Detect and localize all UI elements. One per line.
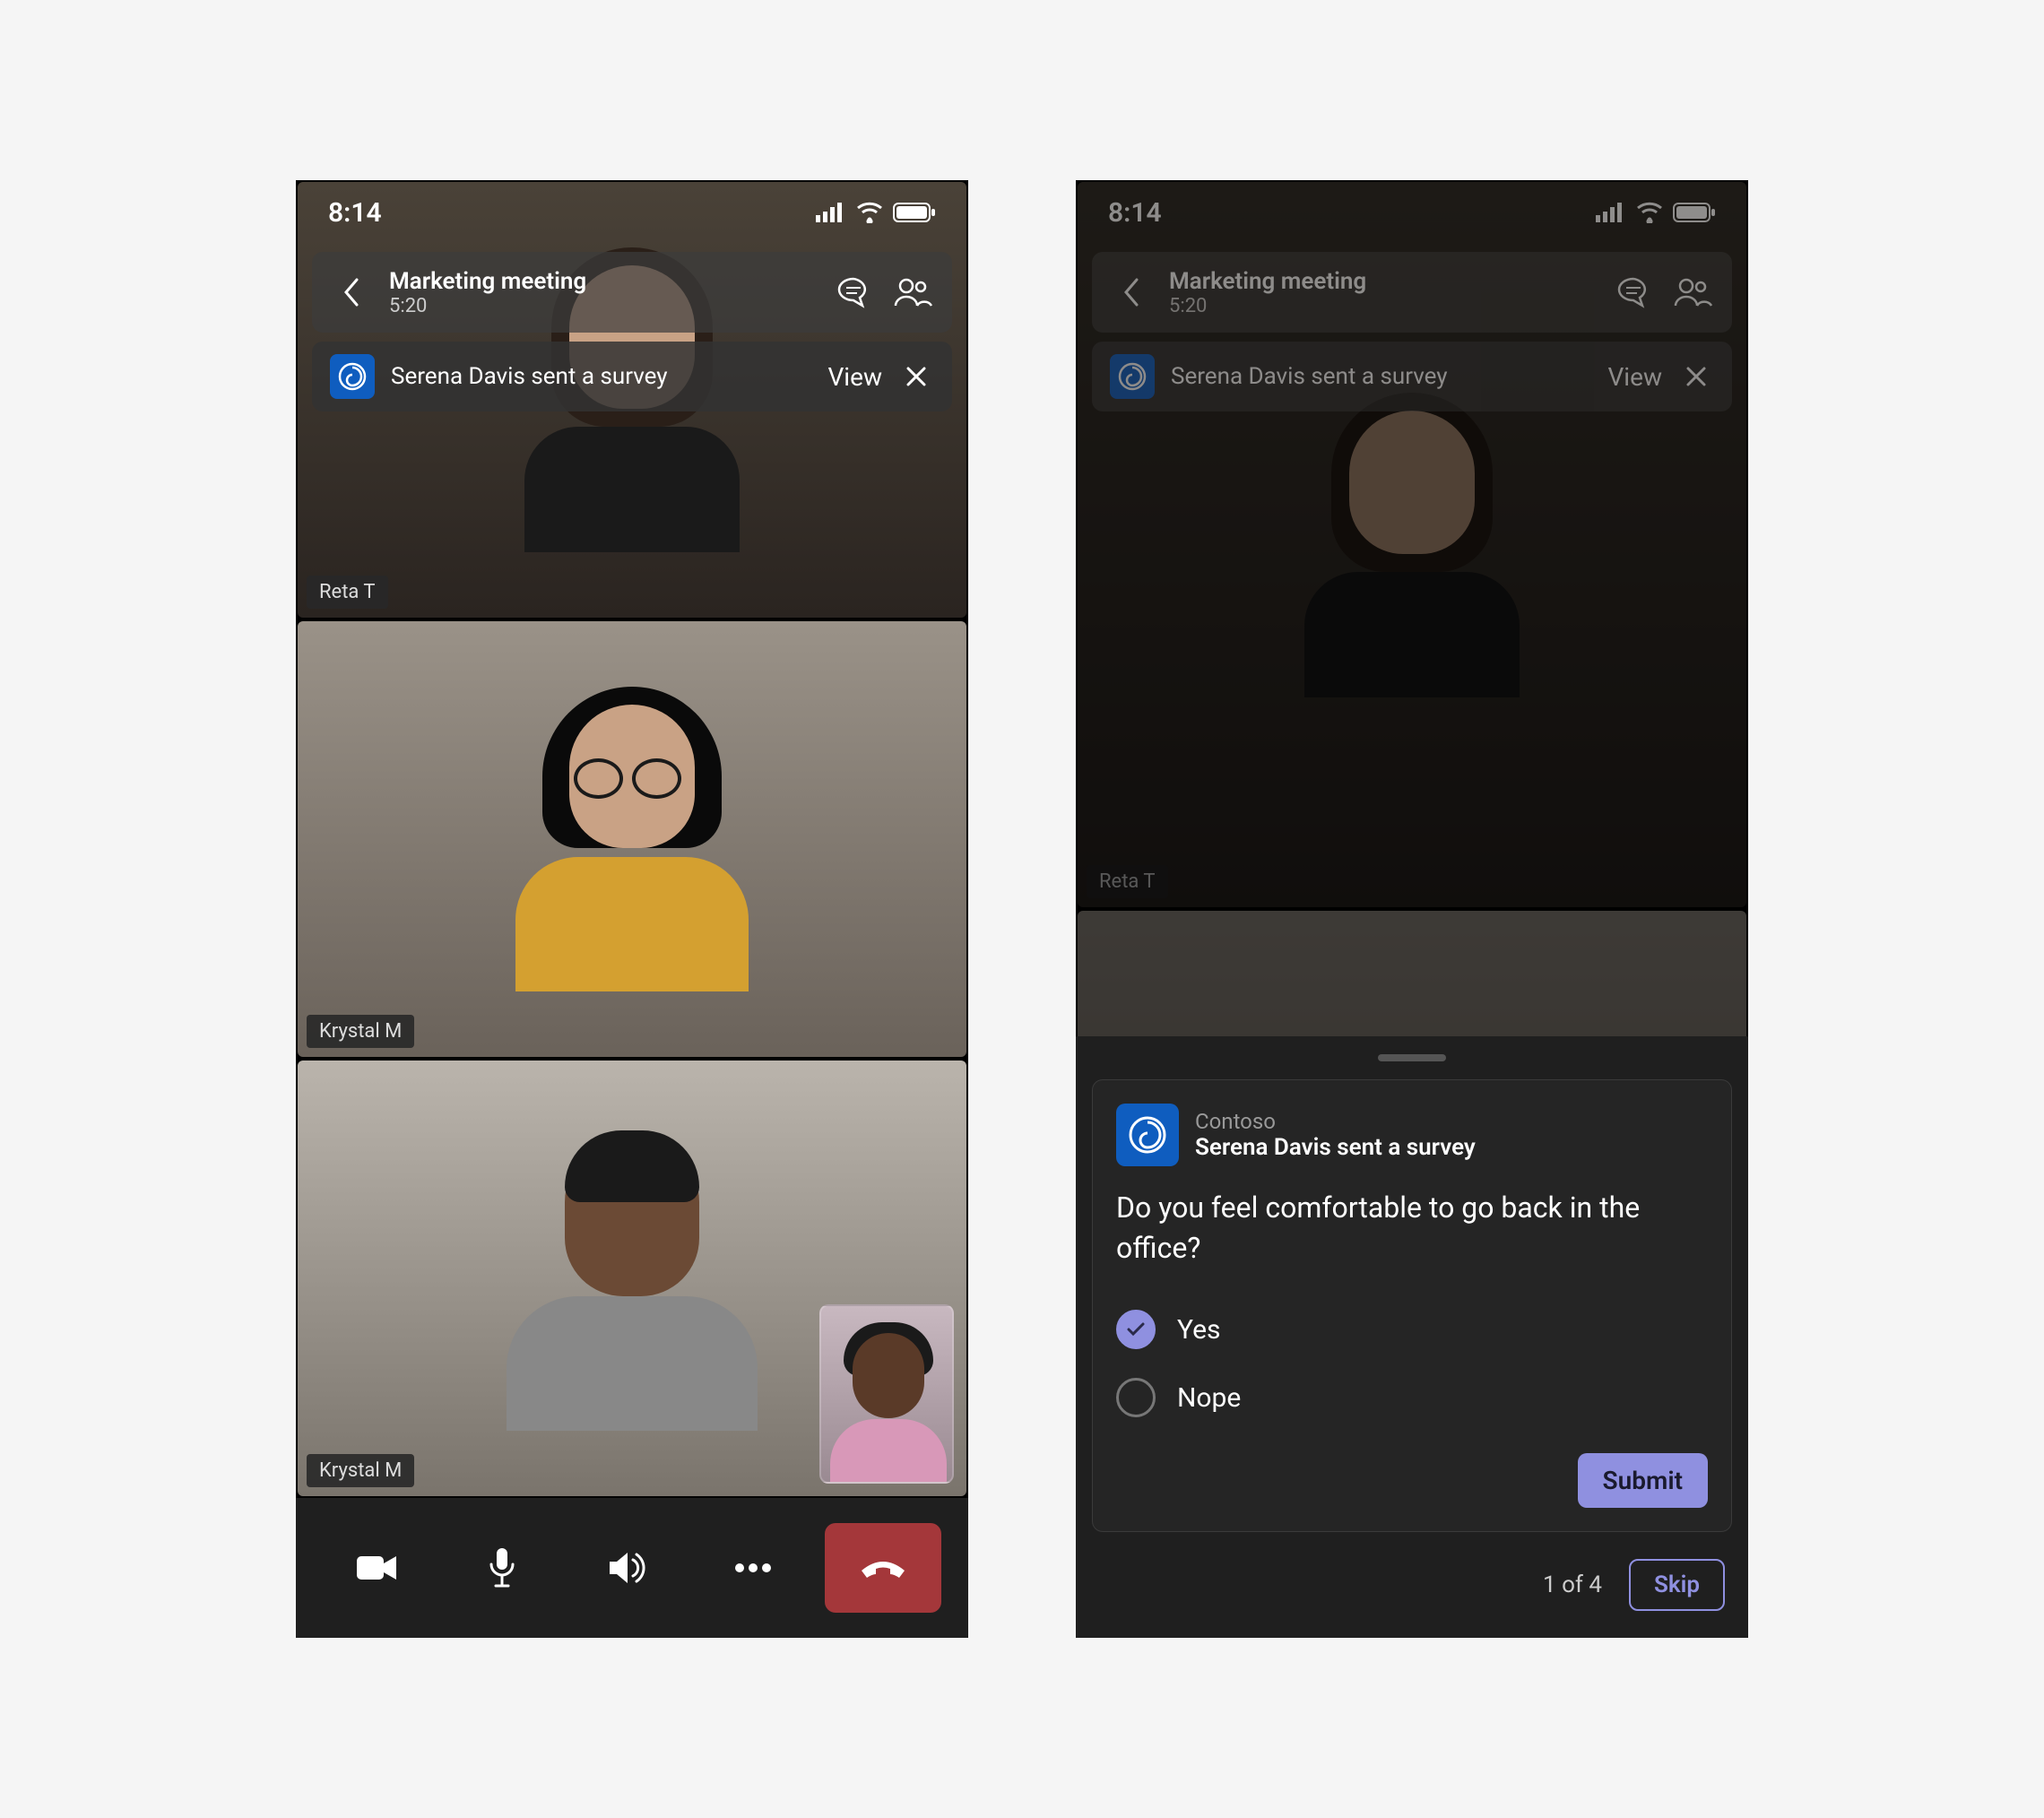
meeting-header: Marketing meeting 5:20 [312, 252, 952, 333]
status-time: 8:14 [328, 197, 382, 229]
option-label-nope: Nope [1177, 1382, 1241, 1414]
meeting-duration: 5:20 [1169, 295, 1596, 317]
radio-unchecked[interactable] [1116, 1378, 1156, 1417]
meeting-header: Marketing meeting 5:20 [1092, 252, 1732, 333]
skip-button[interactable]: Skip [1629, 1559, 1725, 1611]
self-video-pip[interactable] [819, 1304, 954, 1484]
meeting-duration: 5:20 [389, 295, 816, 317]
participant-name-1: Reta T [307, 576, 388, 609]
participant-name-2: Krystal M [307, 1015, 414, 1048]
video-tile-3[interactable]: Krystal M [298, 1060, 966, 1496]
dismiss-button[interactable] [1678, 359, 1714, 394]
back-button[interactable] [1110, 271, 1153, 314]
notification-text: Serena Davis sent a survey [391, 363, 811, 390]
close-icon [904, 364, 929, 389]
participants-button[interactable] [1671, 271, 1714, 314]
chat-button[interactable] [1612, 271, 1655, 314]
people-icon [892, 275, 933, 309]
status-bar: 8:14 [1076, 180, 1748, 245]
view-button[interactable]: View [827, 362, 882, 392]
survey-question: Do you feel comfortable to go back in th… [1116, 1188, 1708, 1268]
more-options-button[interactable] [699, 1523, 807, 1613]
chevron-left-icon [341, 276, 362, 308]
survey-notification: Serena Davis sent a survey View [312, 342, 952, 411]
notification-text: Serena Davis sent a survey [1171, 363, 1591, 390]
survey-card: Contoso Serena Davis sent a survey Do yo… [1092, 1079, 1732, 1532]
option-label-yes: Yes [1177, 1314, 1220, 1346]
survey-app-icon [1116, 1104, 1179, 1166]
app-icon [330, 354, 375, 399]
status-bar: 8:14 [296, 180, 968, 245]
swirl-icon [336, 360, 368, 393]
back-button[interactable] [330, 271, 373, 314]
microphone-icon [487, 1546, 517, 1589]
meeting-title: Marketing meeting [1169, 268, 1596, 295]
more-icon [734, 1563, 772, 1573]
swirl-icon [1126, 1113, 1169, 1156]
survey-option-nope[interactable]: Nope [1116, 1364, 1708, 1432]
call-controls [296, 1498, 968, 1638]
view-button[interactable]: View [1607, 362, 1662, 392]
speaker-toggle-button[interactable] [574, 1523, 681, 1613]
participants-button[interactable] [891, 271, 934, 314]
close-icon [1684, 364, 1709, 389]
survey-sender-app: Contoso [1195, 1109, 1476, 1134]
check-icon [1126, 1321, 1146, 1338]
dismiss-button[interactable] [898, 359, 934, 394]
swirl-icon [1116, 360, 1148, 393]
meeting-title: Marketing meeting [389, 268, 816, 295]
camera-icon [353, 1551, 400, 1585]
hangup-button[interactable] [825, 1523, 941, 1613]
survey-option-yes[interactable]: Yes [1116, 1295, 1708, 1364]
phone-screen-survey: Reta T 8:14 [1076, 180, 1748, 1638]
battery-icon [1673, 202, 1716, 223]
wifi-icon [1635, 202, 1664, 223]
wifi-icon [855, 202, 884, 223]
signal-icon [1596, 203, 1626, 222]
mic-toggle-button[interactable] [448, 1523, 556, 1613]
chat-icon [1615, 273, 1652, 311]
people-icon [1672, 275, 1713, 309]
phone-screen-call: Reta T Krystal M Krystal M [296, 180, 968, 1638]
submit-button[interactable]: Submit [1578, 1453, 1708, 1508]
hangup-icon [858, 1556, 908, 1580]
battery-icon [893, 202, 936, 223]
chevron-left-icon [1121, 276, 1142, 308]
video-tile-2[interactable]: Krystal M [298, 621, 966, 1057]
drag-handle[interactable] [1378, 1054, 1446, 1061]
page-indicator: 1 of 4 [1543, 1571, 1602, 1598]
status-time: 8:14 [1108, 197, 1162, 229]
radio-checked[interactable] [1116, 1310, 1156, 1349]
signal-icon [816, 203, 846, 222]
survey-sender-line: Serena Davis sent a survey [1195, 1134, 1476, 1161]
video-area: Reta T Krystal M Krystal M [296, 180, 968, 1498]
chat-icon [835, 273, 872, 311]
survey-bottom-sheet: Contoso Serena Davis sent a survey Do yo… [1076, 1036, 1748, 1638]
speaker-icon [606, 1549, 649, 1587]
participant-name-3: Krystal M [307, 1454, 414, 1487]
app-icon [1110, 354, 1155, 399]
camera-toggle-button[interactable] [323, 1523, 430, 1613]
survey-notification: Serena Davis sent a survey View [1092, 342, 1732, 411]
chat-button[interactable] [832, 271, 875, 314]
